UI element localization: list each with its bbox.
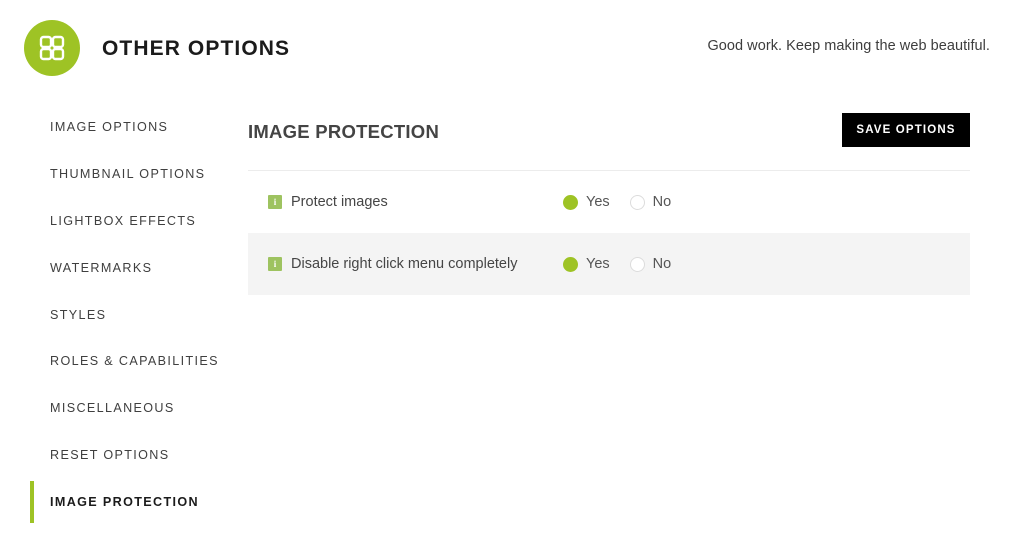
sidebar-item-reset-options[interactable]: RESET OPTIONS: [0, 432, 248, 479]
info-icon[interactable]: i: [268, 195, 282, 209]
radio-disable-right-click-no[interactable]: No: [629, 256, 672, 272]
sidebar-item-label: RESET OPTIONS: [50, 447, 170, 462]
option-label: Disable right click menu completely: [291, 256, 518, 272]
sidebar-item-styles[interactable]: STYLES: [0, 291, 248, 338]
radio-protect-images-no[interactable]: No: [629, 194, 672, 210]
sidebar-item-label: WATERMARKS: [50, 260, 153, 275]
radio-disable-right-click-yes[interactable]: Yes: [563, 256, 610, 272]
radio-dot-selected[interactable]: [563, 256, 578, 272]
sidebar-item-image-options[interactable]: IMAGE OPTIONS: [0, 104, 248, 151]
radio-protect-images-yes[interactable]: Yes: [563, 194, 610, 210]
sidebar-item-label: IMAGE PROTECTION: [50, 494, 199, 509]
options-panel: i Protect images Yes No i Disable right …: [248, 170, 970, 295]
save-options-button[interactable]: SAVE OPTIONS: [842, 113, 970, 147]
grid-squares-icon: [24, 20, 80, 76]
header-tagline: Good work. Keep making the web beautiful…: [707, 38, 990, 54]
main-content: IMAGE PROTECTION SAVE OPTIONS i Protect …: [248, 104, 1024, 295]
radio-dot-selected[interactable]: [563, 194, 578, 210]
sidebar-item-image-protection[interactable]: IMAGE PROTECTION: [0, 478, 248, 525]
option-row-protect-images: i Protect images Yes No: [248, 171, 970, 233]
radio-label: No: [652, 194, 672, 210]
radio-dot-unselected[interactable]: [629, 256, 645, 272]
sidebar-item-miscellaneous[interactable]: MISCELLANEOUS: [0, 385, 248, 432]
sidebar-item-label: MISCELLANEOUS: [50, 401, 175, 416]
sidebar-item-label: ROLES & CAPABILITIES: [50, 354, 219, 369]
sidebar-item-roles-capabilities[interactable]: ROLES & CAPABILITIES: [0, 338, 248, 385]
radio-label: Yes: [586, 194, 610, 210]
sidebar-item-watermarks[interactable]: WATERMARKS: [0, 244, 248, 291]
option-choices: Yes No: [563, 256, 691, 272]
option-row-disable-right-click: i Disable right click menu completely Ye…: [248, 233, 970, 295]
brand: OTHER OPTIONS: [24, 20, 290, 76]
sidebar-nav: IMAGE OPTIONS THUMBNAIL OPTIONS LIGHTBOX…: [0, 104, 248, 525]
radio-label: Yes: [586, 256, 610, 272]
section-title: IMAGE PROTECTION: [248, 121, 440, 142]
sidebar-item-thumbnail-options[interactable]: THUMBNAIL OPTIONS: [0, 151, 248, 198]
option-label-group: i Protect images: [248, 194, 563, 210]
sidebar-item-label: IMAGE OPTIONS: [50, 120, 169, 135]
page-header: OTHER OPTIONS Good work. Keep making the…: [0, 0, 1024, 90]
content-header: IMAGE PROTECTION SAVE OPTIONS: [248, 104, 1024, 170]
page-title: OTHER OPTIONS: [102, 36, 291, 60]
sidebar-item-label: LIGHTBOX EFFECTS: [50, 213, 197, 228]
option-label: Protect images: [291, 194, 388, 210]
sidebar-item-lightbox-effects[interactable]: LIGHTBOX EFFECTS: [0, 198, 248, 245]
option-choices: Yes No: [563, 194, 691, 210]
radio-dot-unselected[interactable]: [629, 194, 645, 210]
sidebar-item-label: STYLES: [50, 307, 107, 322]
sidebar-item-label: THUMBNAIL OPTIONS: [50, 167, 206, 182]
info-icon[interactable]: i: [268, 257, 282, 271]
option-label-group: i Disable right click menu completely: [248, 256, 563, 272]
radio-label: No: [652, 256, 672, 272]
